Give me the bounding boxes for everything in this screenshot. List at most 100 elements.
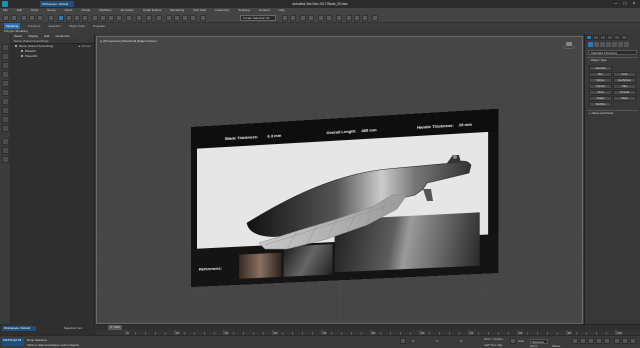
cylinder-button[interactable]: Cylinder xyxy=(589,84,612,89)
undo-icon[interactable] xyxy=(3,15,9,21)
reference-coordinate-icon[interactable] xyxy=(126,15,132,21)
angle-snap-icon[interactable] xyxy=(174,15,180,21)
motion-tab-icon[interactable] xyxy=(607,35,613,40)
close-icon[interactable]: × xyxy=(630,1,638,7)
move-icon[interactable] xyxy=(92,15,98,21)
geometry-icon[interactable] xyxy=(588,42,593,47)
lock-selection-icon[interactable] xyxy=(400,338,406,344)
select-object-icon[interactable] xyxy=(2,44,9,51)
display-none-icon[interactable] xyxy=(2,147,9,154)
tube-button[interactable]: Tube xyxy=(613,84,636,89)
percent-snap-icon[interactable] xyxy=(182,15,188,21)
orbit-icon[interactable] xyxy=(630,338,636,344)
render-production-icon[interactable] xyxy=(362,15,368,21)
edit-named-selection-icon[interactable] xyxy=(200,15,206,21)
box-button[interactable]: Box xyxy=(589,72,612,77)
select-by-name-icon[interactable] xyxy=(66,15,72,21)
set-key-button[interactable]: Set K. xyxy=(530,344,538,348)
display-xrefs-icon[interactable] xyxy=(2,116,9,123)
mirror-icon[interactable] xyxy=(282,15,288,21)
pyramid-button[interactable]: Pyramid xyxy=(613,90,636,95)
render-setup-icon[interactable] xyxy=(346,15,352,21)
auto-key-button[interactable]: Auto xyxy=(518,339,524,343)
geosphere-button[interactable]: GeoSphere xyxy=(613,78,636,83)
workspace-dropdown[interactable]: Workspace: Default xyxy=(2,326,36,331)
minimize-icon[interactable]: – xyxy=(612,1,620,7)
primitive-type-dropdown[interactable]: Standard Primitives xyxy=(588,50,637,55)
play-icon[interactable] xyxy=(588,338,594,344)
go-to-start-icon[interactable] xyxy=(572,338,578,344)
hierarchy-tab-icon[interactable] xyxy=(600,35,606,40)
align-icon[interactable] xyxy=(290,15,296,21)
visibility-icon[interactable] xyxy=(21,50,23,52)
create-tab-icon[interactable] xyxy=(586,35,592,40)
add-time-tag[interactable]: Add Time Tag xyxy=(484,343,502,347)
sphere-button[interactable]: Sphere xyxy=(589,78,612,83)
display-helpers-icon[interactable] xyxy=(2,89,9,96)
schematic-view-icon[interactable] xyxy=(326,15,332,21)
select-object-icon[interactable] xyxy=(58,15,64,21)
systems-icon[interactable] xyxy=(624,42,629,47)
lights-icon[interactable] xyxy=(600,42,605,47)
display-tab-icon[interactable] xyxy=(614,35,620,40)
selection-set-label[interactable]: Selection Set: xyxy=(64,326,83,330)
layer-explorer-icon[interactable] xyxy=(300,15,306,21)
list-item-plane001[interactable]: Plane001 xyxy=(11,54,94,59)
column-header-frozen[interactable]: ▲ Frozen xyxy=(78,44,91,48)
plane-button[interactable]: Plane xyxy=(613,96,636,101)
unlink-icon[interactable] xyxy=(29,15,35,21)
redo-icon[interactable] xyxy=(11,15,17,21)
snaps-toggle-icon[interactable] xyxy=(166,15,172,21)
helpers-icon[interactable] xyxy=(612,42,617,47)
select-manipulate-icon[interactable] xyxy=(146,15,152,21)
keyboard-shortcut-icon[interactable] xyxy=(156,15,162,21)
next-frame-icon[interactable] xyxy=(596,338,602,344)
rectangular-selection-icon[interactable] xyxy=(74,15,80,21)
display-shapes-icon[interactable] xyxy=(2,62,9,69)
display-space-warps-icon[interactable] xyxy=(2,98,9,105)
auto-key-icon[interactable] xyxy=(510,338,516,344)
spinner-snap-icon[interactable] xyxy=(190,15,196,21)
maximize-icon[interactable]: □ xyxy=(621,1,629,7)
rendered-frame-window-icon[interactable] xyxy=(354,15,360,21)
render-cloud-icon[interactable] xyxy=(372,15,378,21)
bind-space-warp-icon[interactable] xyxy=(37,15,43,21)
explorer-menu-customize[interactable]: Customize xyxy=(55,34,69,39)
textplus-button[interactable]: TextPlus xyxy=(589,102,612,107)
pan-icon[interactable] xyxy=(622,338,628,344)
display-bones-icon[interactable] xyxy=(2,125,9,132)
perspective-viewport[interactable]: [+] [Perspective] [Standard] [Edged Face… xyxy=(96,36,583,324)
placement-icon[interactable] xyxy=(116,15,122,21)
blade-model[interactable] xyxy=(187,145,487,265)
teapot-button[interactable]: Teapot xyxy=(589,96,612,101)
space-warps-icon[interactable] xyxy=(618,42,623,47)
display-invert-icon[interactable] xyxy=(2,156,9,163)
modify-tab-icon[interactable] xyxy=(593,35,599,40)
cameras-icon[interactable] xyxy=(606,42,611,47)
named-selection-dropdown[interactable]: Create Selection Se xyxy=(240,15,276,21)
key-filters-button[interactable]: Filters... xyxy=(552,344,563,348)
pivot-center-icon[interactable] xyxy=(136,15,142,21)
name-and-color-rollout[interactable]: + Name and Color xyxy=(587,110,638,116)
selection-filter-icon[interactable] xyxy=(48,15,54,21)
curve-editor-icon[interactable] xyxy=(318,15,324,21)
autogrid-checkbox[interactable]: AutoGrid xyxy=(589,66,612,71)
previous-frame-icon[interactable] xyxy=(580,338,586,344)
display-groups-icon[interactable] xyxy=(2,107,9,114)
maxscript-listener[interactable]: MAXScript Mi xyxy=(2,338,24,346)
toggle-ribbon-icon[interactable] xyxy=(308,15,314,21)
torus-button[interactable]: Torus xyxy=(589,90,612,95)
go-to-end-icon[interactable] xyxy=(604,338,610,344)
display-all-icon[interactable] xyxy=(2,138,9,145)
cone-button[interactable]: Cone xyxy=(613,72,636,77)
display-lights-icon[interactable] xyxy=(2,71,9,78)
link-icon[interactable] xyxy=(21,15,27,21)
tab-populate[interactable]: Populate xyxy=(93,23,105,29)
rotate-icon[interactable] xyxy=(100,15,106,21)
display-geometry-icon[interactable] xyxy=(2,53,9,60)
utilities-tab-icon[interactable] xyxy=(621,35,627,40)
scale-icon[interactable] xyxy=(108,15,114,21)
visibility-icon[interactable] xyxy=(21,55,23,57)
object-type-rollout[interactable]: - Object Type xyxy=(587,57,638,63)
zoom-icon[interactable] xyxy=(614,338,620,344)
